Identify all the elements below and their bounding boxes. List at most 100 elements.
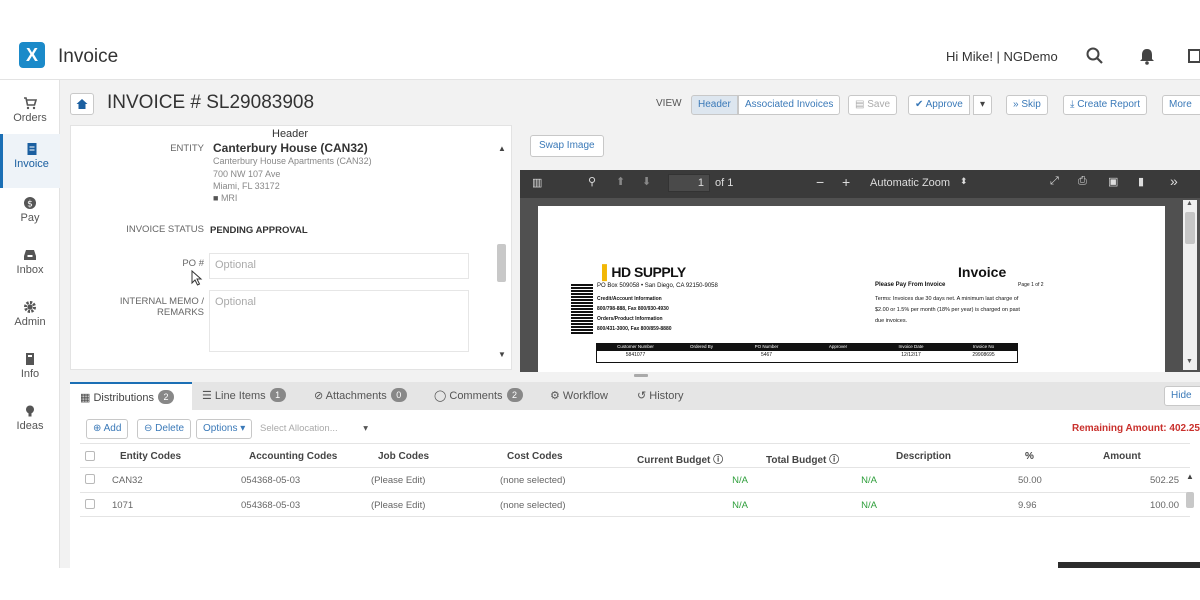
- create-report-button[interactable]: ⤓ Create Report: [1063, 95, 1148, 115]
- sidebar-item-invoice[interactable]: Invoice: [0, 134, 60, 188]
- zoom-in-icon[interactable]: +: [842, 174, 850, 190]
- delete-button[interactable]: ⊖ Delete: [137, 419, 192, 439]
- column-header-cost[interactable]: Cost Codes: [507, 451, 563, 462]
- download-icon[interactable]: ▣: [1108, 175, 1118, 188]
- column-header-current-budget[interactable]: Current Budget ⓘ: [637, 451, 723, 466]
- tab-workflow[interactable]: ⚙ Workflow: [550, 382, 608, 410]
- home-button[interactable]: [70, 93, 94, 115]
- fullscreen-icon[interactable]: ⤢: [1050, 175, 1059, 188]
- tab-line-items[interactable]: ☰ Line Items 1: [202, 382, 286, 410]
- save-button[interactable]: ▤ Save: [848, 95, 898, 115]
- scroll-down-icon[interactable]: ▼: [1186, 358, 1193, 365]
- sidebar-item-admin[interactable]: Admin: [0, 292, 60, 340]
- grid-scroll-thumb[interactable]: [1186, 492, 1194, 508]
- po-input[interactable]: Optional: [209, 253, 469, 279]
- doc-info-table: Customer Number Ordered By PO Number App…: [596, 343, 1018, 363]
- lightbulb-icon: [26, 405, 34, 417]
- scroll-down-icon[interactable]: ▼: [498, 350, 506, 359]
- memo-textarea[interactable]: Optional: [209, 290, 469, 352]
- sidebar: Orders Invoice $ Pay Inbox Admin Info Id…: [0, 80, 60, 568]
- select-all-checkbox[interactable]: [85, 451, 95, 461]
- more-button[interactable]: More: [1162, 95, 1200, 115]
- app-logo[interactable]: X: [19, 42, 45, 68]
- tab-distributions[interactable]: ▦ Distributions 2: [70, 382, 192, 410]
- page-number-input[interactable]: 1: [668, 174, 710, 192]
- sidebar-toggle-icon[interactable]: ▥: [532, 176, 542, 189]
- mouse-cursor-icon: [191, 270, 203, 286]
- zoom-out-icon[interactable]: −: [816, 174, 824, 190]
- user-greeting[interactable]: Hi Mike! | NGDemo: [946, 49, 1058, 64]
- column-header-amount[interactable]: Amount: [1103, 451, 1141, 462]
- grid-scroll-up-icon[interactable]: ▲: [1186, 472, 1194, 481]
- view-associated-invoices-button[interactable]: Associated Invoices: [738, 95, 841, 115]
- header-label: Total Budget: [766, 455, 827, 466]
- column-header-entity[interactable]: Entity Codes: [120, 451, 181, 462]
- skip-button[interactable]: » Skip: [1006, 95, 1048, 115]
- zoom-select[interactable]: Automatic Zoom: [870, 177, 950, 189]
- column-header-description[interactable]: Description: [896, 451, 951, 462]
- add-button[interactable]: ⊕ Add: [86, 419, 129, 439]
- cell-amount[interactable]: 502.25: [1120, 475, 1179, 486]
- approve-button[interactable]: ✔ Approve: [908, 95, 970, 115]
- panel-resize-handle[interactable]: [634, 374, 648, 377]
- column-header-accounting[interactable]: Accounting Codes: [249, 451, 337, 462]
- info-circle-icon[interactable]: ⓘ: [710, 455, 723, 466]
- page-total: of 1: [715, 177, 734, 189]
- logout-icon[interactable]: [1186, 46, 1200, 66]
- sidebar-item-ideas[interactable]: Ideas: [0, 396, 60, 444]
- form-scrollbar[interactable]: ▲ ▼: [496, 140, 508, 365]
- tab-attachments[interactable]: ⊘ Attachments 0: [314, 382, 407, 410]
- column-header-total-budget[interactable]: Total Budget ⓘ: [766, 451, 839, 466]
- tab-history[interactable]: ↺ History: [637, 382, 684, 410]
- allocation-select[interactable]: Select Allocation... ▾: [254, 419, 372, 439]
- search-icon[interactable]: ⚲: [588, 175, 596, 188]
- print-icon[interactable]: ⎙: [1078, 175, 1087, 188]
- grid-divider: [80, 492, 1190, 493]
- sidebar-item-info[interactable]: Info: [0, 344, 60, 392]
- tab-label: Line Items: [214, 390, 266, 402]
- cell-entity[interactable]: 1071: [112, 500, 133, 511]
- hide-button[interactable]: Hide: [1164, 386, 1200, 406]
- tab-comments[interactable]: ◯ Comments 2: [434, 382, 523, 410]
- cell-accounting[interactable]: 054368-05-03: [241, 500, 300, 511]
- options-button[interactable]: Options ▾: [196, 419, 253, 439]
- sidebar-item-pay[interactable]: $ Pay: [0, 188, 60, 236]
- cell-cost[interactable]: (none selected): [500, 500, 565, 511]
- swap-image-button[interactable]: Swap Image: [530, 135, 604, 157]
- cell-accounting[interactable]: 054368-05-03: [241, 475, 300, 486]
- doc-pay-from: Please Pay From Invoice: [875, 282, 946, 288]
- tab-label: Attachments: [325, 390, 387, 402]
- pdf-scrollbar[interactable]: ▲ ▼: [1183, 200, 1197, 370]
- save-label: Save: [867, 99, 891, 110]
- scroll-thumb[interactable]: [1185, 212, 1195, 244]
- sidebar-item-orders[interactable]: Orders: [0, 88, 60, 136]
- cell-percent[interactable]: 9.96: [1018, 500, 1037, 511]
- search-icon[interactable]: [1085, 46, 1105, 66]
- sidebar-item-inbox[interactable]: Inbox: [0, 240, 60, 288]
- bell-icon[interactable]: [1137, 46, 1157, 66]
- approve-dropdown-button[interactable]: ▾: [973, 95, 993, 115]
- scroll-up-icon[interactable]: ▲: [498, 144, 506, 153]
- info-circle-icon[interactable]: ⓘ: [826, 455, 839, 466]
- arrow-down-icon[interactable]: ⬇: [642, 175, 651, 188]
- cell-entity[interactable]: CAN32: [112, 475, 143, 486]
- cell-cost[interactable]: (none selected): [500, 475, 565, 486]
- check-icon: ✔: [915, 99, 926, 110]
- cell-percent[interactable]: 50.00: [1018, 475, 1042, 486]
- tab-label: Workflow: [562, 390, 608, 402]
- scroll-thumb[interactable]: [497, 244, 506, 282]
- cell-job[interactable]: (Please Edit): [371, 475, 425, 486]
- column-header-job[interactable]: Job Codes: [378, 451, 429, 462]
- doc-table-header: Invoice No: [972, 344, 995, 349]
- row-checkbox[interactable]: [85, 474, 95, 484]
- cell-job[interactable]: (Please Edit): [371, 500, 425, 511]
- column-header-percent[interactable]: %: [1025, 451, 1034, 462]
- view-header-button[interactable]: Header: [691, 95, 738, 115]
- table-icon: ▦: [80, 392, 94, 404]
- row-checkbox[interactable]: [85, 499, 95, 509]
- cell-amount[interactable]: 100.00: [1120, 500, 1179, 511]
- bookmark-icon[interactable]: ▮: [1138, 175, 1144, 188]
- scroll-up-icon[interactable]: ▲: [1186, 200, 1193, 207]
- double-chevron-right-icon[interactable]: »: [1170, 173, 1178, 189]
- arrow-up-icon[interactable]: ⬆: [616, 175, 625, 188]
